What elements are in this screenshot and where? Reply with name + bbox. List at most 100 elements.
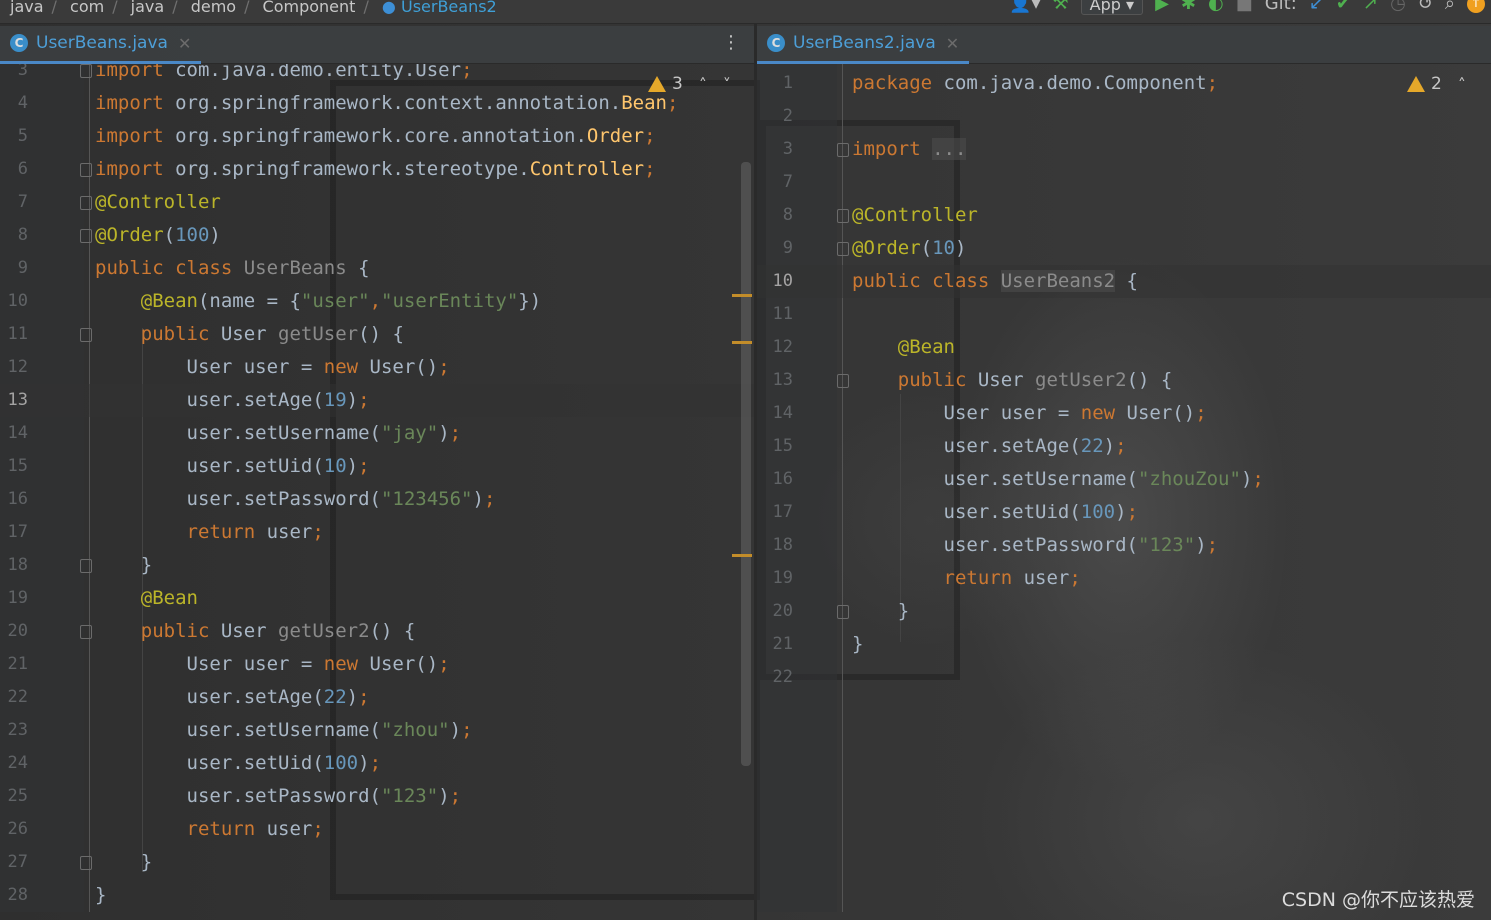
coverage-icon[interactable]: ◐ [1208,0,1224,14]
code-line[interactable]: 14 User user = new User(); [757,397,1491,430]
left-editor[interactable]: 3 import com.java.demo.entity.User; 4 impor… [0,64,754,912]
line-number[interactable]: 13 [0,384,28,417]
line-number[interactable]: 27 [0,846,28,879]
code-line[interactable]: 10 public class UserBeans2 { [757,265,1491,298]
code-line[interactable]: 8 @Controller [757,199,1491,232]
build-hammer-icon[interactable]: ⚒ [1053,0,1069,14]
chevron-down-icon[interactable]: ˅ [723,75,731,94]
code-line[interactable]: 15 user.setUid(10); [0,450,754,483]
breadcrumb-item[interactable]: com [70,0,104,16]
line-number[interactable]: 3 [0,64,28,87]
breadcrumb-item[interactable]: java [10,0,44,16]
fold-icon[interactable] [80,163,92,177]
fold-icon[interactable] [80,328,92,342]
line-number[interactable]: 26 [0,813,28,846]
warning-marker[interactable] [732,294,752,297]
line-number[interactable]: 18 [765,529,793,562]
line-number[interactable]: 2 [765,100,793,133]
history-icon[interactable]: ◷ [1390,0,1406,14]
git-push-icon[interactable]: ↗ [1363,0,1378,14]
code-line[interactable]: 3 import ... [757,133,1491,166]
line-number[interactable]: 3 [765,133,793,166]
code-line[interactable]: 22 [757,661,1491,694]
fold-icon[interactable] [837,143,849,157]
search-icon[interactable]: ⌕ [1445,0,1455,14]
code-line[interactable]: 15 user.setAge(22); [757,430,1491,463]
tab-userbeans[interactable]: C UserBeans.java ✕ [0,26,202,64]
code-line[interactable]: 21} [757,628,1491,661]
code-line[interactable]: 12 @Bean [757,331,1491,364]
code-line[interactable]: 17 user.setUid(100); [757,496,1491,529]
line-number[interactable]: 10 [765,265,793,298]
code-line[interactable]: 21 User user = new User(); [0,648,754,681]
code-line[interactable]: 26 return user; [0,813,754,846]
breadcrumb-item[interactable]: java [131,0,165,16]
code-line[interactable]: 17 return user; [0,516,754,549]
line-number[interactable]: 11 [0,318,28,351]
line-number[interactable]: 22 [765,661,793,694]
code-line[interactable]: 23 user.setUsername("zhou"); [0,714,754,747]
tab-userbeans2[interactable]: C UserBeans2.java ✕ [757,26,970,64]
vertical-scrollbar[interactable] [741,162,751,766]
inspection-widget[interactable]: 3 ˄ ˅ [648,74,731,94]
fold-icon[interactable] [80,625,92,639]
code-line[interactable]: 18 user.setPassword("123"); [757,529,1491,562]
chevron-up-icon[interactable]: ˄ [699,75,707,94]
line-number[interactable]: 24 [0,747,28,780]
code-line[interactable]: 9 @Order(10) [757,232,1491,265]
line-number[interactable]: 6 [0,153,28,186]
fold-icon[interactable] [837,209,849,223]
line-number[interactable]: 15 [0,450,28,483]
code-line[interactable]: 20 } [757,595,1491,628]
code-line[interactable]: 16 user.setUsername("zhouZou"); [757,463,1491,496]
line-number[interactable]: 17 [765,496,793,529]
debug-icon[interactable]: ✱ [1181,0,1196,14]
code-line[interactable]: 5 import org.springframework.core.annotat… [0,120,754,153]
line-number[interactable]: 21 [0,648,28,681]
line-number[interactable]: 10 [0,285,28,318]
git-commit-icon[interactable]: ✔ [1336,0,1351,14]
code-line[interactable]: 16 user.setPassword("123456"); [0,483,754,516]
line-number[interactable]: 15 [765,430,793,463]
stop-icon[interactable]: ■ [1236,0,1253,14]
warning-marker[interactable] [732,554,752,557]
breadcrumb-item-current[interactable]: UserBeans2 [401,0,497,16]
code-line[interactable]: 6 import org.springframework.stereotype.C… [0,153,754,186]
code-line[interactable]: 2 [757,100,1491,133]
fold-icon[interactable] [837,605,849,619]
code-line[interactable]: 3 import com.java.demo.entity.User; [0,64,754,87]
fold-icon[interactable] [80,196,92,210]
line-number[interactable]: 14 [765,397,793,430]
fold-icon[interactable] [80,64,92,78]
line-number[interactable]: 16 [765,463,793,496]
code-line[interactable]: 8 @Order(100) [0,219,754,252]
code-line[interactable]: 24 user.setUid(100); [0,747,754,780]
code-line[interactable]: 22 user.setAge(22); [0,681,754,714]
inspection-widget[interactable]: 2 ˄ [1407,74,1466,94]
code-line[interactable]: 13 public User getUser2() { [757,364,1491,397]
code-line[interactable]: 20 public User getUser2() { [0,615,754,648]
line-number[interactable]: 19 [765,562,793,595]
line-number[interactable]: 9 [0,252,28,285]
right-editor[interactable]: 1 package com.java.demo.Component; 2 3 impor… [757,64,1491,912]
line-number[interactable]: 8 [765,199,793,232]
breadcrumb-item[interactable]: demo [191,0,236,16]
code-line[interactable]: 11 public User getUser() { [0,318,754,351]
user-icon[interactable]: 👤▾ [1009,0,1040,14]
line-number[interactable]: 14 [0,417,28,450]
code-line[interactable]: 14 user.setUsername("jay"); [0,417,754,450]
rollback-icon[interactable]: ↺ [1418,0,1433,14]
line-number[interactable]: 25 [0,780,28,813]
code-line[interactable]: 10 @Bean(name = {"user","userEntity"}) [0,285,754,318]
line-number[interactable]: 9 [765,232,793,265]
code-line[interactable]: 9 public class UserBeans { [0,252,754,285]
fold-icon[interactable] [80,229,92,243]
close-icon[interactable]: ✕ [178,34,191,53]
code-line[interactable]: 11 [757,298,1491,331]
line-number[interactable]: 17 [0,516,28,549]
line-number[interactable]: 20 [0,615,28,648]
code-line[interactable]: 27 } [0,846,754,879]
line-number[interactable]: 7 [0,186,28,219]
line-number[interactable]: 12 [765,331,793,364]
fold-icon[interactable] [837,374,849,388]
